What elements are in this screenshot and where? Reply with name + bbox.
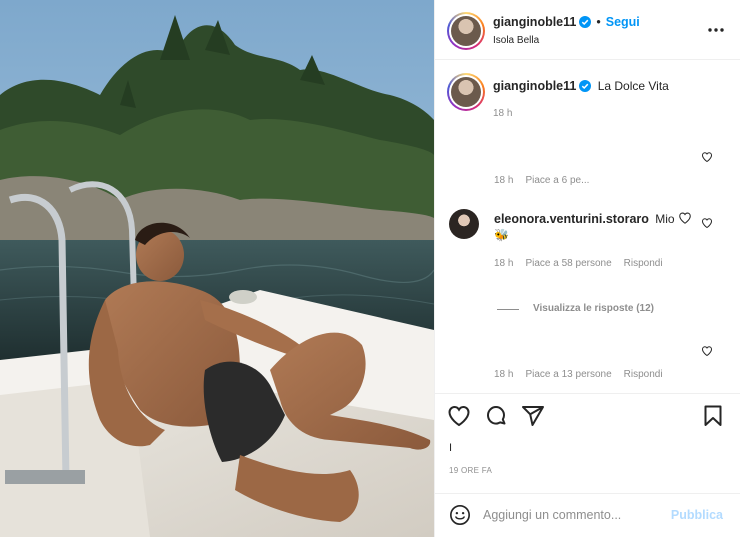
post-image [0, 0, 434, 537]
reply-button[interactable]: Rispondi [624, 258, 663, 269]
comment-item: 18 h Piace a 13 persone Rispondi [447, 341, 729, 391]
comments-list[interactable]: gianginoble11 La Dolce Vita 18 h 18 h Pia… [435, 61, 740, 393]
comment-item: eleonora.venturini.storaro Mio 🐝 18 h Pia… [447, 207, 729, 317]
comment-body: Mio [655, 212, 675, 226]
comment-item: 18 h Piace a 6 pe... [447, 143, 729, 193]
post-photo[interactable] [0, 0, 434, 537]
post-header: gianginoble11 • Segui Isola Bella [435, 0, 740, 60]
comment-text: eleonora.venturini.storaro Mio [494, 211, 692, 227]
separator-dot: • [596, 15, 601, 29]
comment-likes[interactable]: Piace a 58 persone [525, 258, 611, 269]
view-replies-button[interactable]: Visualizza le risposte (12) [533, 303, 654, 314]
follow-button[interactable]: Segui [606, 15, 640, 29]
comment-meta: 18 h Piace a 6 pe... [494, 175, 601, 186]
emoji-picker-icon[interactable] [449, 504, 471, 526]
white-heart-emoji-icon [679, 212, 691, 224]
post-actions: I 19 ORE FA [435, 393, 740, 493]
caption-username[interactable]: gianginoble11 [493, 79, 576, 93]
likes-summary[interactable]: I [449, 442, 452, 454]
commenter-username[interactable]: eleonora.venturini.storaro [494, 212, 649, 226]
comment-input[interactable] [483, 504, 663, 526]
like-comment-heart-icon[interactable] [701, 151, 713, 163]
author-avatar[interactable] [447, 12, 485, 50]
caption-avatar[interactable] [447, 73, 485, 111]
post-location[interactable]: Isola Bella [493, 35, 539, 46]
like-comment-heart-icon[interactable] [701, 345, 713, 357]
comment-meta: 18 h Piace a 58 persone Rispondi [494, 258, 675, 269]
comment-time[interactable]: 18 h [494, 369, 513, 380]
share-paper-plane-icon[interactable] [521, 404, 545, 428]
post-time-ago[interactable]: 19 ORE FA [449, 466, 492, 475]
caption-meta: 18 h [493, 108, 524, 119]
like-comment-heart-icon[interactable] [701, 217, 713, 229]
caption-body: La Dolce Vita [597, 79, 669, 93]
author-line: gianginoble11 • Segui [493, 15, 640, 29]
save-bookmark-icon[interactable] [701, 404, 725, 428]
comment-bubble-icon[interactable] [484, 404, 508, 428]
verified-badge-icon [579, 16, 592, 28]
comment-emoji-line: 🐝 [494, 227, 509, 243]
comment-likes[interactable]: Piace a 13 persone [525, 369, 611, 380]
verified-badge-icon [579, 80, 592, 92]
reply-button[interactable]: Rispondi [624, 369, 663, 380]
comment-time[interactable]: 18 h [494, 175, 513, 186]
like-heart-icon[interactable] [447, 404, 471, 428]
post-details-panel: gianginoble11 • Segui Isola Bella giangino… [434, 0, 740, 537]
caption-time[interactable]: 18 h [493, 108, 512, 119]
publish-button[interactable]: Pubblica [671, 508, 723, 522]
bee-emoji-icon: 🐝 [494, 228, 509, 242]
replies-divider [497, 309, 519, 310]
more-options-icon[interactable] [707, 22, 725, 38]
commenter-avatar[interactable] [449, 209, 479, 239]
comment-meta: 18 h Piace a 13 persone Rispondi [494, 369, 675, 380]
caption-text: gianginoble11 La Dolce Vita [493, 78, 669, 94]
comment-likes[interactable]: Piace a 6 pe... [525, 175, 589, 186]
comment-composer: Pubblica [435, 493, 740, 537]
comment-time[interactable]: 18 h [494, 258, 513, 269]
author-username[interactable]: gianginoble11 [493, 15, 576, 29]
